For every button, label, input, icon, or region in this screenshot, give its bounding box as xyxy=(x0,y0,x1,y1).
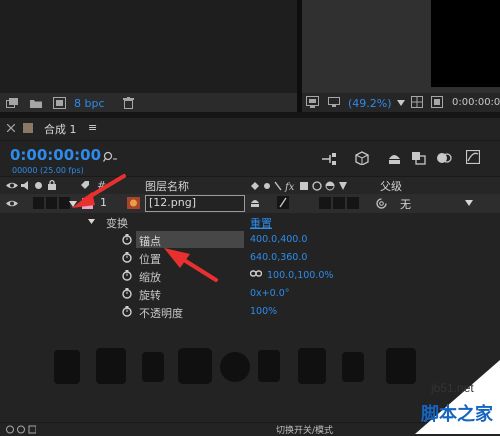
interpret-footage-icon[interactable] xyxy=(6,98,18,108)
property-name: 不透明度 xyxy=(139,307,183,320)
grid-icon[interactable] xyxy=(411,96,423,108)
switches-column-icons: fx xyxy=(250,180,362,192)
property-name: 位置 xyxy=(139,253,161,266)
new-folder-icon[interactable] xyxy=(30,99,42,108)
channel-icon[interactable] xyxy=(431,96,443,108)
red-arrow-annotation xyxy=(160,240,220,284)
property-value[interactable]: 400.0,400.0 xyxy=(250,234,307,245)
panel-menu-icon[interactable]: ≡ xyxy=(88,121,97,134)
display-icon[interactable] xyxy=(328,97,340,107)
property-row-scale[interactable]: 缩放 100.0,100.0% xyxy=(0,267,500,285)
parent-value: 无 xyxy=(400,198,411,211)
column-parent[interactable]: 父级 xyxy=(380,178,402,194)
property-row-rotation[interactable]: 旋转 0x+0.0° xyxy=(0,285,500,303)
layer-name: [12.png] xyxy=(149,196,197,209)
site-watermark: jb51.net 脚本之家 xyxy=(415,360,500,434)
project-footer xyxy=(0,93,297,112)
image-layer-icon xyxy=(127,197,140,209)
toggle-switches-modes[interactable]: 切换开关/模式 xyxy=(276,423,333,436)
property-value[interactable]: 100% xyxy=(250,306,277,317)
hide-shy-layers-icon[interactable] xyxy=(387,151,402,165)
composition-mini-flowchart-icon[interactable] xyxy=(322,153,337,165)
property-value[interactable]: 0x+0.0° xyxy=(250,288,289,299)
pick-whip-icon[interactable] xyxy=(376,198,387,209)
svg-text:fx: fx xyxy=(284,182,295,192)
search-icon[interactable] xyxy=(103,151,119,163)
constrain-proportions-icon[interactable] xyxy=(250,270,262,278)
snapshot-icon[interactable] xyxy=(306,96,319,108)
quality-switch[interactable] xyxy=(277,196,289,209)
chevron-down-icon xyxy=(465,200,473,206)
project-list xyxy=(0,0,297,93)
column-layer-name[interactable]: 图层名称 xyxy=(145,178,189,194)
viewer-timecode[interactable]: 0:00:00:00 xyxy=(452,97,500,108)
continuous-rasterize-switch[interactable] xyxy=(250,198,260,208)
blurred-watermark-band xyxy=(50,342,450,390)
bpc-button[interactable]: 8 bpc xyxy=(74,97,105,110)
composition-color-swatch xyxy=(23,123,33,133)
viewer-canvas[interactable] xyxy=(431,0,500,87)
stopwatch-icon[interactable] xyxy=(122,234,132,245)
trash-icon[interactable] xyxy=(123,97,134,109)
watermark-site: jb51.net xyxy=(431,381,474,395)
audio-column-icon xyxy=(21,181,30,190)
property-row-anchor[interactable]: 锚点 400.0,400.0 xyxy=(0,231,500,249)
timeline-tab-bar: 合成 1 ≡ xyxy=(0,118,500,141)
video-visibility-toggle[interactable] xyxy=(6,199,18,208)
property-row-position[interactable]: 位置 640.0,360.0 xyxy=(0,249,500,267)
zoom-select[interactable]: (49.2%) xyxy=(348,97,392,110)
property-name: 旋转 xyxy=(139,289,161,302)
draft-3d-icon[interactable] xyxy=(355,151,370,165)
solo-column-icon xyxy=(35,182,42,189)
motion-blur-icon[interactable] xyxy=(436,151,452,165)
property-row-opacity[interactable]: 不透明度 100% xyxy=(0,303,500,321)
transform-label: 变换 xyxy=(106,217,128,230)
audio-toggle[interactable] xyxy=(33,197,44,209)
tab-composition[interactable]: 合成 1 xyxy=(44,121,77,137)
layer-name-field[interactable]: [12.png] xyxy=(145,195,245,212)
lock-column-icon xyxy=(48,180,56,190)
close-tab-icon[interactable] xyxy=(7,124,15,132)
current-time-display[interactable]: 0:00:00:00 xyxy=(10,146,101,164)
property-name: 锚点 xyxy=(139,235,161,248)
project-panel: 8 bpc xyxy=(0,0,297,112)
stopwatch-icon[interactable] xyxy=(122,288,132,299)
red-arrow-annotation xyxy=(58,172,128,216)
graph-editor-icon[interactable] xyxy=(466,150,480,164)
transform-reset-link[interactable]: 重置 xyxy=(250,215,272,231)
frame-blending-icon[interactable] xyxy=(411,151,426,165)
property-name: 缩放 xyxy=(139,271,161,284)
zoom-dropdown-icon[interactable] xyxy=(397,100,405,106)
property-value[interactable]: 640.0,360.0 xyxy=(250,252,307,263)
property-value[interactable]: 100.0,100.0% xyxy=(267,270,333,281)
stopwatch-icon[interactable] xyxy=(122,306,132,317)
frame-blend-switch[interactable] xyxy=(333,197,345,209)
watermark-brand: 脚本之家 xyxy=(421,404,493,425)
parent-select[interactable]: 无 xyxy=(394,195,478,211)
new-composition-icon[interactable] xyxy=(53,97,66,109)
layer-switches-icon[interactable] xyxy=(6,425,36,434)
expand-transform-icon[interactable] xyxy=(88,219,95,224)
viewer-panel: (49.2%) 0:00:00:00 xyxy=(302,0,500,112)
motion-blur-switch[interactable] xyxy=(347,197,359,209)
stopwatch-icon[interactable] xyxy=(122,252,132,263)
stopwatch-icon[interactable] xyxy=(122,270,132,281)
effects-switch[interactable] xyxy=(319,197,331,209)
video-column-icon xyxy=(6,181,18,190)
solo-toggle[interactable] xyxy=(46,197,57,209)
